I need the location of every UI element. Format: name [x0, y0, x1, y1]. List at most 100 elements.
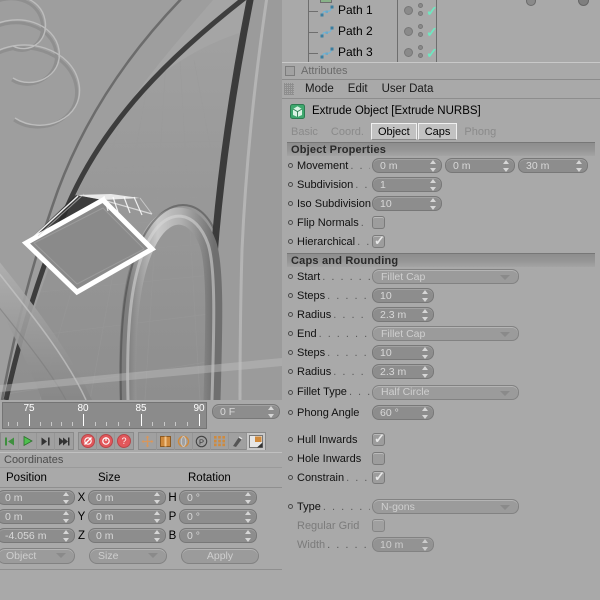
constrain-checkbox[interactable]: [372, 469, 385, 485]
object-manager-toggles[interactable]: ✓ ✓ ✓: [397, 0, 589, 62]
go-to-end-icon[interactable]: [55, 433, 73, 450]
editor-visibility-icon[interactable]: [418, 24, 423, 29]
enable-dot-icon[interactable]: [404, 6, 413, 15]
spinner-icon[interactable]: [421, 407, 428, 419]
animatable-dot-icon[interactable]: [288, 220, 293, 225]
attribute-tabs[interactable]: Basic Coord. Object Caps Phong: [282, 123, 600, 140]
rotate-icon[interactable]: [175, 432, 193, 450]
row-phong-angle[interactable]: Phong Angle 60 °: [282, 403, 600, 422]
chevron-down-icon[interactable]: [500, 275, 510, 280]
subdivision-field[interactable]: 1: [372, 177, 442, 192]
render-visibility-icon[interactable]: [418, 11, 423, 16]
row-hull-inwards[interactable]: Hull Inwards: [282, 430, 600, 449]
animatable-dot-icon[interactable]: [288, 182, 293, 187]
spinner-icon[interactable]: [429, 198, 436, 210]
object-row-path-2[interactable]: Path 2: [290, 21, 410, 42]
render-visibility-icon[interactable]: [418, 32, 423, 37]
row-type[interactable]: Type . . . . . . . . N-gons: [282, 497, 600, 516]
row-movement[interactable]: Movement . . . 0 m 0 m 30 m: [282, 156, 600, 175]
position-z-field[interactable]: -4.056 m: [0, 528, 75, 543]
layer-dot-icon[interactable]: [578, 0, 589, 6]
start-cap-select[interactable]: Fillet Cap: [372, 269, 519, 284]
chevron-down-icon[interactable]: [56, 553, 66, 558]
coordinate-row-x[interactable]: 0 m X 0 m H 0 °: [0, 488, 282, 507]
spinner-icon[interactable]: [244, 530, 251, 542]
timeline-toolbar[interactable]: ? P: [0, 431, 270, 451]
animatable-dot-icon[interactable]: [288, 331, 293, 336]
editor-visibility-icon[interactable]: [418, 3, 423, 8]
start-radius-field[interactable]: 2.3 m: [372, 307, 434, 322]
coordinate-row-y[interactable]: 0 m Y 0 m P 0 °: [0, 507, 282, 526]
enabled-check-icon[interactable]: ✓: [426, 46, 438, 60]
tab-phong[interactable]: Phong: [458, 123, 502, 140]
visibility-dot-icon[interactable]: [526, 0, 536, 6]
size-y-field[interactable]: 0 m: [88, 509, 166, 524]
spinner-icon[interactable]: [421, 347, 428, 359]
enabled-check-icon[interactable]: ✓: [426, 25, 438, 39]
flip-normals-checkbox[interactable]: [372, 216, 385, 229]
position-y-field[interactable]: 0 m: [0, 509, 75, 524]
row-iso-subdivision[interactable]: Iso Subdivision 10: [282, 194, 600, 213]
hole-inwards-checkbox[interactable]: [372, 452, 385, 465]
hierarchical-checkbox[interactable]: [372, 233, 385, 249]
start-steps-field[interactable]: 10: [372, 288, 434, 303]
menu-mode[interactable]: Mode: [298, 83, 341, 95]
row-flip-normals[interactable]: Flip Normals . .: [282, 213, 600, 232]
spinner-icon[interactable]: [62, 492, 69, 504]
go-to-start-icon[interactable]: [1, 432, 19, 450]
row-end-steps[interactable]: Steps . . . . . . . 10: [282, 343, 600, 362]
row-start-radius[interactable]: Radius . . . . . . 2.3 m: [282, 305, 600, 324]
row-subdivision[interactable]: Subdivision . . 1: [282, 175, 600, 194]
coordinate-mode-select[interactable]: Object: [0, 548, 75, 564]
spinner-icon[interactable]: [421, 366, 428, 378]
row-hole-inwards[interactable]: Hole Inwards: [282, 449, 600, 468]
rotation-h-field[interactable]: 0 °: [179, 490, 257, 505]
size-z-field[interactable]: 0 m: [88, 528, 166, 543]
movement-x-field[interactable]: 0 m: [372, 158, 442, 173]
animatable-dot-icon[interactable]: [288, 201, 293, 206]
move-icon[interactable]: [139, 432, 157, 450]
spinner-icon[interactable]: [421, 290, 428, 302]
size-x-field[interactable]: 0 m: [88, 490, 166, 505]
animatable-dot-icon[interactable]: [288, 163, 293, 168]
hull-inwards-checkbox[interactable]: [372, 431, 385, 447]
tab-caps[interactable]: Caps: [417, 123, 458, 140]
record-group[interactable]: ?: [78, 432, 134, 450]
tool-group[interactable]: P: [138, 432, 266, 450]
animatable-dot-icon[interactable]: [288, 274, 293, 279]
play-icon[interactable]: [19, 432, 37, 450]
enable-dot-icon[interactable]: [404, 27, 413, 36]
end-cap-select[interactable]: Fillet Cap: [372, 326, 519, 341]
enable-dot-icon[interactable]: [404, 48, 413, 57]
menu-user-data[interactable]: User Data: [375, 83, 441, 95]
spinner-icon[interactable]: [62, 511, 69, 523]
tab-coord[interactable]: Coord.: [325, 123, 370, 140]
row-end-cap[interactable]: End . . . . . . . Fillet Cap: [282, 324, 600, 343]
animatable-dot-icon[interactable]: [288, 504, 293, 509]
tab-basic[interactable]: Basic: [285, 123, 324, 140]
size-mode-select[interactable]: Size: [89, 548, 167, 564]
points-icon[interactable]: [211, 432, 229, 450]
spinner-icon[interactable]: [421, 309, 428, 321]
spinner-icon[interactable]: [62, 530, 69, 542]
end-radius-field[interactable]: 2.3 m: [372, 364, 434, 379]
rotation-b-field[interactable]: 0 °: [179, 528, 257, 543]
toggle-row[interactable]: ✓: [398, 42, 438, 62]
chevron-down-icon[interactable]: [500, 332, 510, 337]
movement-z-field[interactable]: 30 m: [518, 158, 588, 173]
current-frame-field[interactable]: 0 F: [212, 404, 280, 419]
keyframe-selection-icon[interactable]: ?: [115, 433, 133, 450]
render-visibility-icon[interactable]: [418, 53, 423, 58]
menu-edit[interactable]: Edit: [341, 83, 375, 95]
animatable-dot-icon[interactable]: [288, 293, 293, 298]
magnet-icon[interactable]: [229, 432, 247, 450]
animatable-dot-icon[interactable]: [288, 239, 293, 244]
animatable-dot-icon[interactable]: [288, 312, 293, 317]
spinner-icon[interactable]: [244, 511, 251, 523]
tab-object[interactable]: Object: [370, 123, 417, 140]
coordinates-actions[interactable]: Object Size Apply: [0, 545, 282, 567]
row-constrain[interactable]: Constrain . . .: [282, 468, 600, 487]
row-start-steps[interactable]: Steps . . . . . . . 10: [282, 286, 600, 305]
fillet-type-select[interactable]: Half Circle: [372, 384, 519, 400]
chevron-down-icon[interactable]: [500, 390, 510, 396]
